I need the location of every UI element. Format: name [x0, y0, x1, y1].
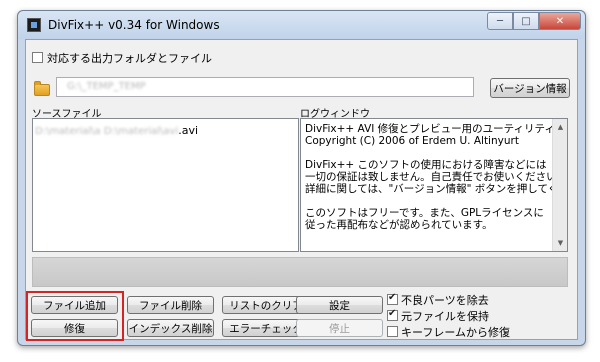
scroll-up-arrow-icon[interactable]: ▲: [553, 120, 567, 134]
repair-from-keyframe-label: キーフレームから修復: [401, 326, 511, 339]
version-info-button[interactable]: バージョン情報: [490, 78, 570, 98]
progress-bar: [32, 257, 568, 287]
add-file-button[interactable]: ファイル追加: [31, 296, 118, 314]
list-item[interactable]: D:\material\a D:\material\avi.avi: [35, 124, 198, 137]
app-icon: [27, 18, 41, 32]
minimize-button[interactable]: ─: [487, 12, 513, 30]
remove-bad-parts-label: 不良パーツを除去: [401, 294, 489, 307]
title-bar[interactable]: DivFix++ v0.34 for Windows ─ □ ✕: [18, 11, 585, 39]
log-line: Copyright (C) 2006 of Erdem U. Altinyurt: [305, 135, 519, 147]
settings-button[interactable]: 設定: [296, 296, 383, 314]
log-line: 従った再配布などが認められています。: [305, 219, 493, 231]
maximize-button[interactable]: □: [513, 12, 539, 30]
log-line: DivFix++ AVI 修復とプレビュー用のユーティリティーです。: [305, 123, 568, 135]
source-file-list[interactable]: D:\material\a D:\material\avi.avi: [32, 118, 299, 252]
window-title: DivFix++ v0.34 for Windows: [48, 18, 220, 32]
repair-from-keyframe-checkbox[interactable]: [387, 326, 398, 337]
output-path-field[interactable]: G:\_TEMP_TEMP: [56, 77, 474, 97]
log-line: 一切の保証は致しません。自己責任でお使いください。: [305, 171, 568, 183]
scroll-down-arrow-icon[interactable]: ▼: [553, 236, 567, 250]
keep-original-label: 元ファイルを保持: [401, 310, 489, 323]
delete-file-button[interactable]: ファイル削除: [127, 296, 214, 314]
delete-index-button[interactable]: インデックス削除: [127, 319, 214, 337]
divfix-window: DivFix++ v0.34 for Windows ─ □ ✕ 対応する出力フ…: [17, 10, 586, 346]
window-controls: ─ □ ✕: [487, 12, 581, 32]
repair-button[interactable]: 修復: [31, 319, 118, 337]
output-path-value: G:\_TEMP_TEMP: [67, 81, 146, 92]
folder-icon[interactable]: [34, 81, 50, 96]
output-folder-checkbox[interactable]: [32, 52, 43, 63]
log-line: このソフトはフリーです。また、GPLライセンスに: [305, 207, 544, 219]
log-scrollbar[interactable]: ▲ ▼: [552, 119, 567, 251]
keep-original-checkbox[interactable]: [387, 308, 398, 321]
stop-button[interactable]: 停止: [296, 319, 383, 337]
client-area: 対応する出力フォルダとファイル G:\_TEMP_TEMP バージョン情報 ソー…: [25, 39, 578, 341]
output-folder-label: 対応する出力フォルダとファイル: [47, 52, 212, 65]
log-line: DivFix++ このソフトの使用における障害などには: [305, 159, 547, 171]
log-window[interactable]: DivFix++ AVI 修復とプレビュー用のユーティリティーです。 Copyr…: [300, 118, 568, 252]
log-line: 詳細に関しては、"バージョン情報" ボタンを押してください。: [305, 183, 567, 195]
close-button[interactable]: ✕: [539, 12, 581, 30]
remove-bad-parts-checkbox[interactable]: [387, 292, 398, 305]
source-file-ext: .avi: [178, 124, 199, 137]
source-file-path: D:\material\a D:\material\avi: [35, 126, 179, 137]
